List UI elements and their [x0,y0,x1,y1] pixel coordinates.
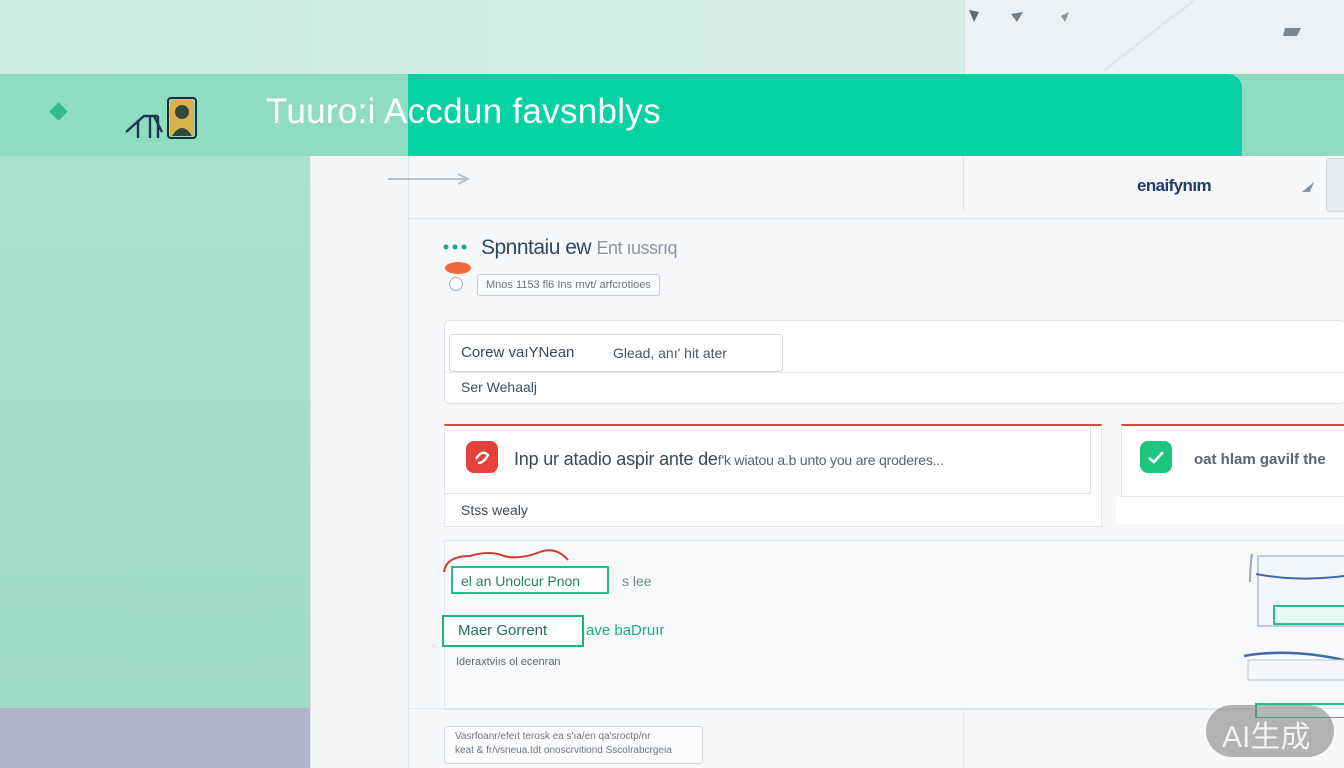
app-title: Tuuro:i Accdun favsnblys [266,92,661,131]
top-right-panel [964,0,1344,74]
form-divider [445,372,1344,373]
bottom-divider [408,708,1344,709]
radio-button[interactable] [449,277,463,291]
bottom-left-panel [0,708,310,768]
more-dots-icon[interactable] [442,240,474,254]
actions-caption: Ideraxtviıs ol ecenran [456,656,561,668]
back-arrow-icon[interactable] [386,172,472,186]
name-input-value: Corew vaıYNean [461,344,575,361]
success-alert-message: oat hlam gavilf the [1194,451,1326,468]
comment-button-hint[interactable]: ave baDruır [586,622,664,639]
bottom-column-divider [963,708,964,768]
stacked-windows-icon [1243,553,1344,718]
top-background [0,0,964,74]
footer-note-line-1: Vasrfoanr/efeıt terosk ea s'ıa/en qa'sro… [455,731,651,742]
section-title-secondary: Ent ıussrıq [596,238,677,258]
status-indicator-icon [445,262,471,274]
app-logo-icon [125,97,197,139]
account-name[interactable]: enaifynım [1137,176,1212,196]
left-sidebar-background [0,156,310,708]
section-title-main: Spnntaiu ew [481,236,592,259]
scrollbar-handle[interactable] [1326,158,1344,212]
ai-watermark-text: AI生成 [1222,721,1311,754]
unlock-button-hint: s lee [622,573,652,589]
error-alert-message-tail: f'k wiatou a.b unto you are qroderes... [717,452,944,468]
footer-note-line-2: keat & fr/vsneua.tdt onoscrvitiond Sscol… [455,745,672,756]
comment-button-label: Maer Gorrent [458,622,548,639]
error-alert-message-main: Inp ur atadio aspir ante de [514,449,718,469]
warning-icon [466,441,498,473]
section-subtitle: Mnos 1153 fl6 Ins rnvt/ arfcrotioes [477,274,660,296]
topbar-divider [963,156,964,210]
success-alert-footer [1116,497,1344,524]
error-alert-footer[interactable]: Stss wealy [461,502,528,518]
section-title: Spnntaiu ew Ent ıussrıq [481,236,677,260]
dropdown-arrow-icon[interactable] [1300,180,1316,194]
form-link[interactable]: Ser Wehaalj [461,379,537,395]
check-icon [1140,441,1172,473]
name-input-hint: Glead, anı' hit ater [613,345,727,361]
pointer-icons [969,0,1301,72]
unlock-button-label: el an Unolcur Pnon [461,573,581,589]
error-alert-message: Inp ur atadio aspir ante def'k wiatou a.… [514,449,944,470]
